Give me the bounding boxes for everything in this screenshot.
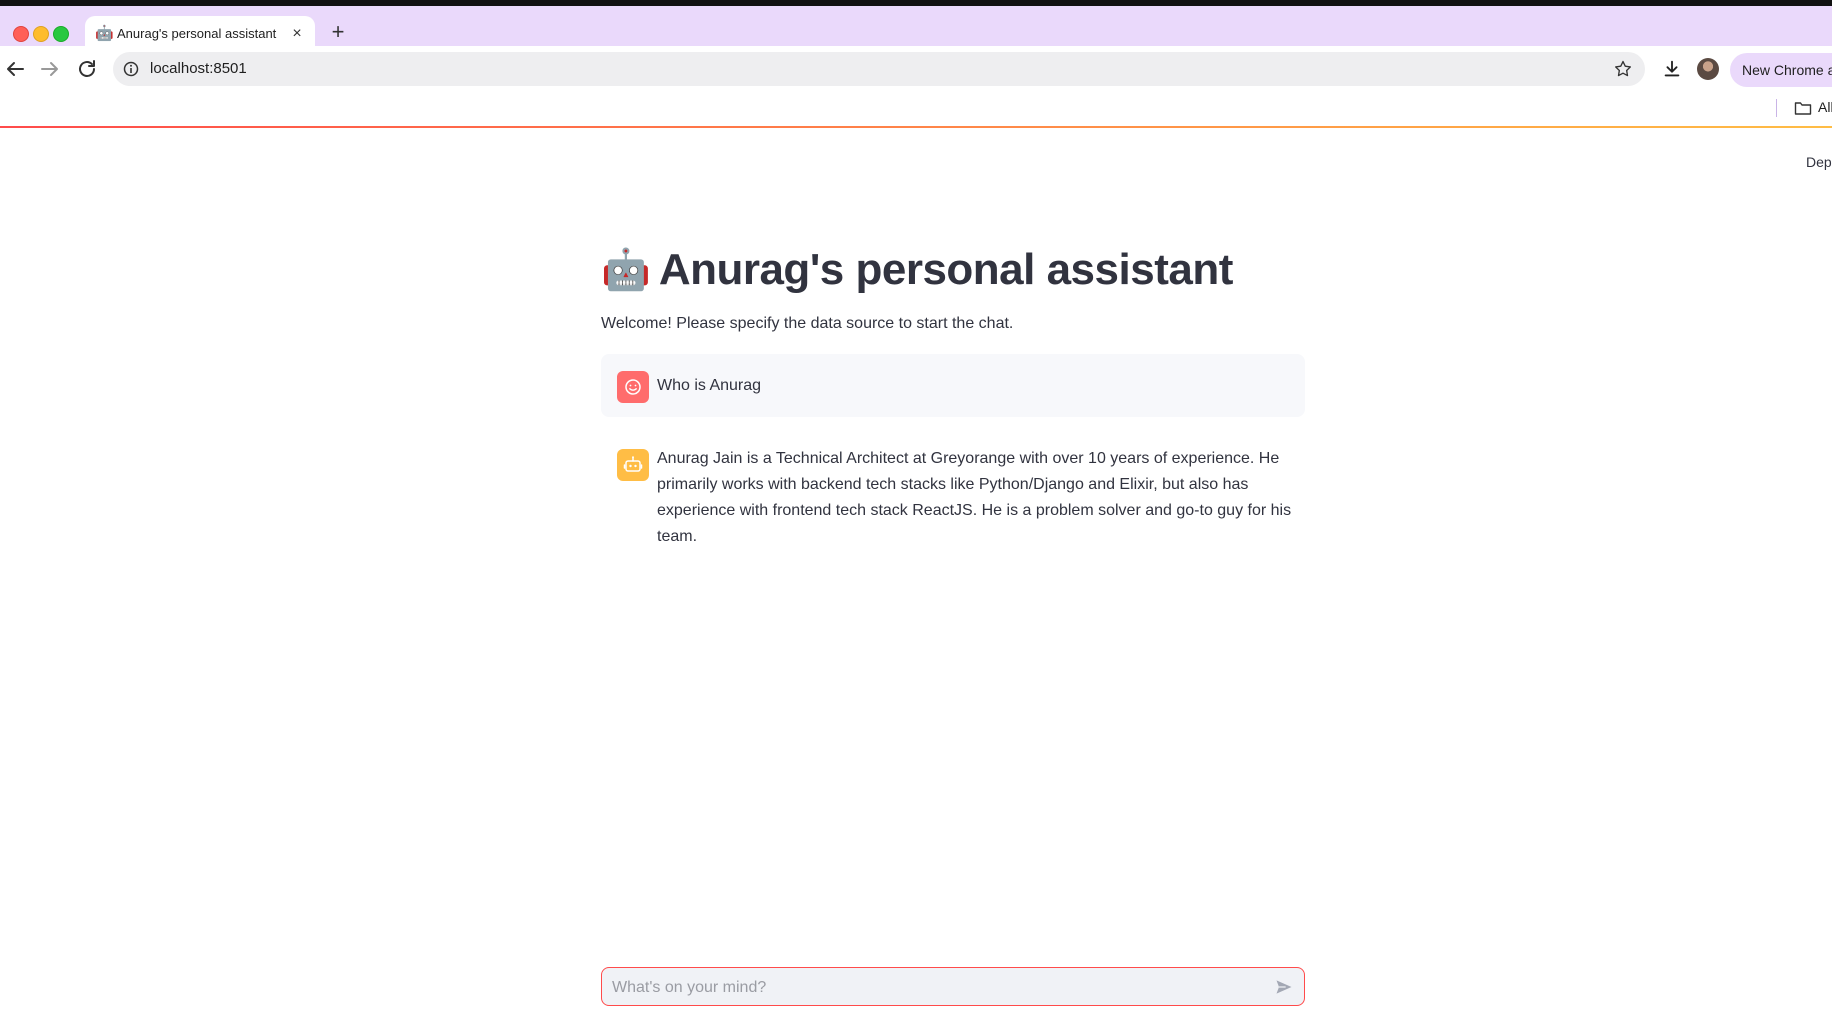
minimize-window-button[interactable] <box>33 26 49 42</box>
assistant-message-text: Anurag Jain is a Technical Architect at … <box>657 450 1292 545</box>
new-tab-button[interactable]: + <box>326 20 350 44</box>
bookmarks-bar: All <box>0 92 1832 126</box>
user-message-text: Who is Anurag <box>657 377 762 394</box>
new-chrome-button[interactable]: New Chrome a <box>1730 53 1832 87</box>
maximize-window-button[interactable] <box>53 26 69 42</box>
page-header: 🤖 Anurag's personal assistant <box>601 240 1233 300</box>
robot-icon: 🤖 <box>601 248 651 292</box>
close-window-button[interactable] <box>13 26 29 42</box>
page-title: Anurag's personal assistant <box>658 245 1234 294</box>
chat-message-user: Who is Anurag <box>601 354 1305 417</box>
welcome-text: Welcome! Please specify the data source … <box>601 315 1014 332</box>
smiley-icon <box>625 379 641 395</box>
browser-toolbar: localhost:8501 New Chrome a <box>0 46 1832 92</box>
url-text[interactable]: localhost:8501 <box>150 52 247 86</box>
deploy-button[interactable]: Depl <box>1806 154 1832 170</box>
all-bookmarks-link[interactable]: All <box>1818 92 1832 122</box>
bookmarks-separator <box>1776 99 1777 117</box>
chat-message-assistant: Anurag Jain is a Technical Architect at … <box>601 440 1305 545</box>
chat-input-box[interactable] <box>601 967 1305 1007</box>
address-bar[interactable]: localhost:8501 <box>113 52 1645 86</box>
bookmark-star-icon[interactable] <box>1613 59 1633 79</box>
profile-avatar[interactable] <box>1697 58 1719 80</box>
assistant-avatar <box>617 449 649 481</box>
chat-input[interactable] <box>610 968 1254 1007</box>
forward-arrow-icon[interactable] <box>38 57 62 81</box>
site-info-icon[interactable] <box>123 61 139 77</box>
reload-icon[interactable] <box>75 57 99 81</box>
user-avatar <box>617 371 649 403</box>
robot-icon <box>623 456 643 472</box>
close-tab-icon[interactable]: × <box>287 24 307 44</box>
download-icon[interactable] <box>1661 58 1683 80</box>
back-arrow-icon[interactable] <box>3 57 27 81</box>
robot-favicon-icon: 🤖 <box>95 25 114 42</box>
app-decoration-bar <box>0 126 1832 128</box>
folder-icon[interactable] <box>1794 100 1812 116</box>
send-icon[interactable] <box>1274 977 1294 997</box>
tab-bar: 🤖 Anurag's personal assistant × + <box>0 6 1832 52</box>
